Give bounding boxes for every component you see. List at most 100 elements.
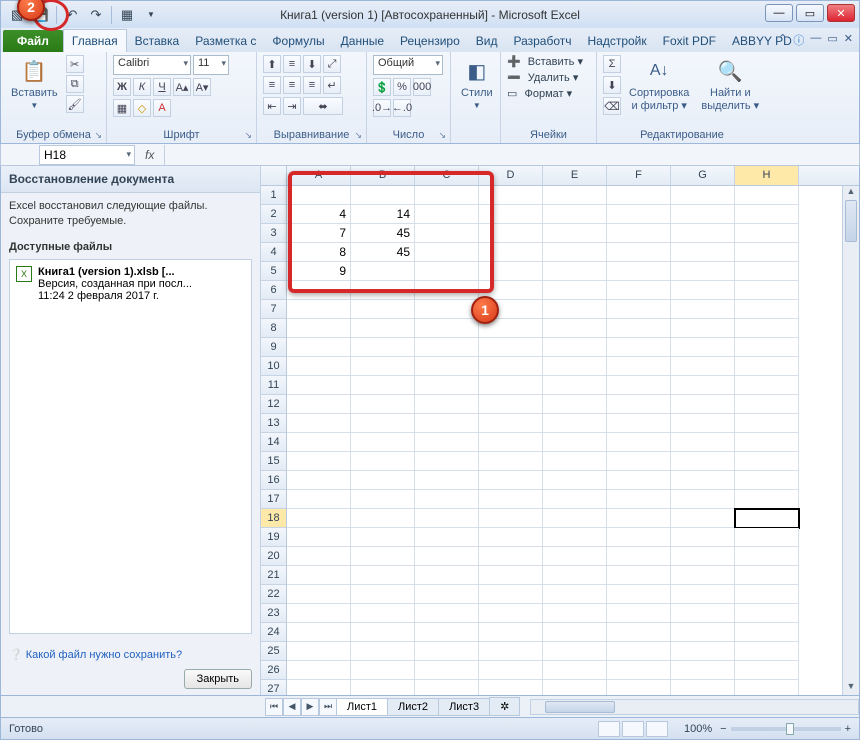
doc-close-icon[interactable]: ✕ [844, 32, 853, 48]
cell-H10[interactable] [735, 357, 799, 376]
underline-button[interactable]: Ч [153, 78, 171, 96]
row-header-5[interactable]: 5 [261, 262, 287, 281]
cell-E22[interactable] [543, 585, 607, 604]
cell-C9[interactable] [415, 338, 479, 357]
view-pagebreak-button[interactable] [646, 721, 668, 737]
zoom-in-button[interactable]: + [845, 723, 851, 735]
cell-F16[interactable] [607, 471, 671, 490]
cell-A25[interactable] [287, 642, 351, 661]
cell-F10[interactable] [607, 357, 671, 376]
row-header-3[interactable]: 3 [261, 224, 287, 243]
cell-H15[interactable] [735, 452, 799, 471]
cell-B2[interactable]: 14 [351, 205, 415, 224]
cell-B6[interactable] [351, 281, 415, 300]
cell-E12[interactable] [543, 395, 607, 414]
column-header-A[interactable]: A [287, 166, 351, 185]
cell-H5[interactable] [735, 262, 799, 281]
doc-minimize-icon[interactable]: ― [810, 32, 821, 48]
cell-G3[interactable] [671, 224, 735, 243]
row-header-15[interactable]: 15 [261, 452, 287, 471]
horizontal-scrollbar[interactable] [530, 699, 859, 715]
cell-A15[interactable] [287, 452, 351, 471]
cell-B16[interactable] [351, 471, 415, 490]
cell-C18[interactable] [415, 509, 479, 528]
tab-foxit[interactable]: Foxit PDF [655, 30, 724, 52]
cell-F8[interactable] [607, 319, 671, 338]
cell-B18[interactable] [351, 509, 415, 528]
format-cells-button[interactable]: ▭ Формат ▾ [507, 87, 583, 100]
align-middle-button[interactable]: ≡ [283, 55, 301, 73]
cell-C11[interactable] [415, 376, 479, 395]
cell-D6[interactable] [479, 281, 543, 300]
cell-D15[interactable] [479, 452, 543, 471]
format-painter-button[interactable]: 🖌 [66, 95, 84, 113]
zoom-slider[interactable] [731, 727, 841, 731]
cell-G21[interactable] [671, 566, 735, 585]
cell-B27[interactable] [351, 680, 415, 695]
redo-button[interactable]: ↷ [85, 4, 107, 26]
cell-H1[interactable] [735, 186, 799, 205]
number-format-select[interactable]: Общий [373, 55, 443, 75]
cell-G18[interactable] [671, 509, 735, 528]
cell-F7[interactable] [607, 300, 671, 319]
cell-B24[interactable] [351, 623, 415, 642]
cell-C14[interactable] [415, 433, 479, 452]
cell-D23[interactable] [479, 604, 543, 623]
decrease-decimal-button[interactable]: ←.0 [393, 99, 411, 117]
cell-C13[interactable] [415, 414, 479, 433]
cell-H11[interactable] [735, 376, 799, 395]
cell-C6[interactable] [415, 281, 479, 300]
cell-G15[interactable] [671, 452, 735, 471]
comma-button[interactable]: 000 [413, 78, 431, 96]
cell-C25[interactable] [415, 642, 479, 661]
cell-A27[interactable] [287, 680, 351, 695]
cell-H7[interactable] [735, 300, 799, 319]
cell-C12[interactable] [415, 395, 479, 414]
cell-A21[interactable] [287, 566, 351, 585]
cell-C5[interactable] [415, 262, 479, 281]
cell-G25[interactable] [671, 642, 735, 661]
autosum-button[interactable]: Σ [603, 55, 621, 73]
cell-G22[interactable] [671, 585, 735, 604]
font-launcher-icon[interactable]: ↘ [244, 130, 252, 141]
cell-A22[interactable] [287, 585, 351, 604]
column-header-B[interactable]: B [351, 166, 415, 185]
cell-D13[interactable] [479, 414, 543, 433]
cell-A23[interactable] [287, 604, 351, 623]
cell-H22[interactable] [735, 585, 799, 604]
row-header-2[interactable]: 2 [261, 205, 287, 224]
tab-developer[interactable]: Разработч [505, 30, 579, 52]
cell-B14[interactable] [351, 433, 415, 452]
cell-E10[interactable] [543, 357, 607, 376]
cell-E21[interactable] [543, 566, 607, 585]
worksheet-grid[interactable]: ABCDEFGH 1241437454845596789101112131415… [261, 166, 859, 695]
column-header-G[interactable]: G [671, 166, 735, 185]
cell-E7[interactable] [543, 300, 607, 319]
view-layout-button[interactable] [622, 721, 644, 737]
cell-A19[interactable] [287, 528, 351, 547]
cell-G9[interactable] [671, 338, 735, 357]
save-button[interactable]: 💾 [30, 4, 52, 26]
cell-C27[interactable] [415, 680, 479, 695]
cell-E24[interactable] [543, 623, 607, 642]
cell-A12[interactable] [287, 395, 351, 414]
cell-A3[interactable]: 7 [287, 224, 351, 243]
tab-layout[interactable]: Разметка с [187, 30, 264, 52]
cell-D3[interactable] [479, 224, 543, 243]
increase-decimal-button[interactable]: .0→ [373, 99, 391, 117]
copy-button[interactable]: ⧉ [66, 75, 84, 93]
column-header-F[interactable]: F [607, 166, 671, 185]
tab-addins[interactable]: Надстройк [580, 30, 655, 52]
view-normal-button[interactable] [598, 721, 620, 737]
cell-B4[interactable]: 45 [351, 243, 415, 262]
cell-E14[interactable] [543, 433, 607, 452]
cell-D14[interactable] [479, 433, 543, 452]
cell-B10[interactable] [351, 357, 415, 376]
italic-button[interactable]: К [133, 78, 151, 96]
cell-B12[interactable] [351, 395, 415, 414]
percent-button[interactable]: % [393, 78, 411, 96]
cell-E8[interactable] [543, 319, 607, 338]
cell-A26[interactable] [287, 661, 351, 680]
align-right-button[interactable]: ≡ [303, 76, 321, 94]
row-header-14[interactable]: 14 [261, 433, 287, 452]
